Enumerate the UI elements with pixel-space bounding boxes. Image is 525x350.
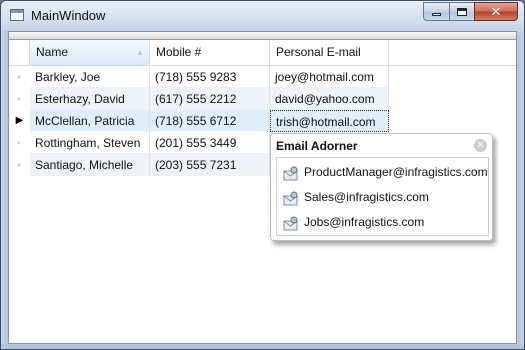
adorner-item-label: Sales@infragistics.com [304, 190, 429, 204]
row-indicator[interactable]: ▸ [9, 154, 30, 176]
row-indicator-current[interactable]: ▶ [9, 110, 30, 132]
grid-header: Name ▲ Mobile # Personal E-mail [9, 40, 516, 66]
cell-email-focused[interactable]: trish@hotmail.com [270, 110, 389, 132]
adorner-email-list: ProductManager@infragistics.com Sales@in… [276, 157, 489, 236]
row-cells: Esterhazy, David (617) 555 2212 david@ya… [30, 88, 389, 110]
row-indicator-header [9, 40, 30, 65]
row-indicator[interactable]: ▸ [9, 88, 30, 110]
email-adorner-popup: Email Adorner ✕ ProductManager@infragist… [270, 133, 493, 241]
close-button[interactable]: ✕ [474, 2, 518, 21]
cell-name[interactable]: Santiago, Michelle [30, 154, 150, 176]
adorner-close-button[interactable]: ✕ [474, 139, 487, 152]
cell-email[interactable]: joey@hotmail.com [270, 66, 389, 88]
contact-icon [283, 216, 298, 231]
row-indicator[interactable]: ▸ [9, 132, 30, 154]
table-row-selected[interactable]: ▶ McClellan, Patricia (718) 555 6712 tri… [9, 110, 516, 132]
list-item[interactable]: Jobs@infragistics.com [277, 210, 488, 235]
main-window: MainWindow ✕ Name ▲ Mobile # Personal E-… [0, 0, 525, 350]
row-indicator-icon: ▸ [17, 72, 22, 81]
close-icon: ✕ [476, 140, 485, 151]
cell-mobile[interactable]: (718) 555 9283 [150, 66, 270, 88]
row-cells: Barkley, Joe (718) 555 9283 joey@hotmail… [30, 66, 389, 88]
row-indicator[interactable]: ▸ [9, 66, 30, 88]
cell-email[interactable]: david@yahoo.com [270, 88, 389, 110]
contact-icon [283, 166, 298, 181]
cell-mobile[interactable]: (201) 555 3449 [150, 132, 270, 154]
grid-top-splitter[interactable] [9, 32, 516, 40]
cell-mobile[interactable]: (718) 555 6712 [150, 110, 270, 132]
adorner-item-label: ProductManager@infragistics.com [304, 165, 488, 179]
table-row[interactable]: ▸ Esterhazy, David (617) 555 2212 david@… [9, 88, 516, 110]
adorner-title: Email Adorner [276, 139, 358, 153]
row-indicator-icon: ▸ [17, 94, 22, 103]
maximize-button[interactable] [449, 2, 475, 21]
adorner-item-label: Jobs@infragistics.com [304, 215, 425, 229]
row-indicator-icon: ▸ [17, 160, 22, 169]
cell-name[interactable]: McClellan, Patricia [30, 110, 150, 132]
list-item[interactable]: ProductManager@infragistics.com [277, 160, 488, 185]
window-frame-right [517, 31, 524, 344]
data-grid: Name ▲ Mobile # Personal E-mail ▸ Barkle… [9, 40, 516, 176]
cell-mobile[interactable]: (617) 555 2212 [150, 88, 270, 110]
minimize-button[interactable] [423, 2, 450, 21]
column-header-email-label: Personal E-mail [276, 45, 361, 59]
column-header-name-label: Name [36, 45, 69, 59]
maximize-icon [457, 7, 467, 16]
title-bar[interactable]: MainWindow ✕ [1, 1, 524, 31]
window-title: MainWindow [31, 8, 106, 23]
window-frame-left [1, 31, 8, 344]
column-header-email[interactable]: Personal E-mail [270, 40, 389, 65]
current-row-icon: ▶ [15, 115, 24, 126]
contact-icon [283, 191, 298, 206]
list-item[interactable]: Sales@infragistics.com [277, 185, 488, 210]
column-header-mobile-label: Mobile # [156, 45, 202, 59]
cell-name[interactable]: Esterhazy, David [30, 88, 150, 110]
sort-icon: ▲ [136, 48, 144, 57]
caption-buttons: ✕ [423, 2, 518, 21]
column-header-mobile[interactable]: Mobile # [150, 40, 270, 65]
window-frame-bottom [1, 344, 524, 349]
window-icon[interactable] [10, 9, 24, 21]
row-indicator-icon: ▸ [17, 138, 22, 147]
row-cells: McClellan, Patricia (718) 555 6712 trish… [30, 110, 389, 132]
cell-mobile[interactable]: (203) 555 7231 [150, 154, 270, 176]
table-row[interactable]: ▸ Barkley, Joe (718) 555 9283 joey@hotma… [9, 66, 516, 88]
close-icon: ✕ [490, 3, 502, 19]
minimize-icon [432, 12, 441, 16]
column-header-name[interactable]: Name ▲ [30, 40, 150, 65]
cell-name[interactable]: Barkley, Joe [30, 66, 150, 88]
cell-name[interactable]: Rottingham, Steven [30, 132, 150, 154]
